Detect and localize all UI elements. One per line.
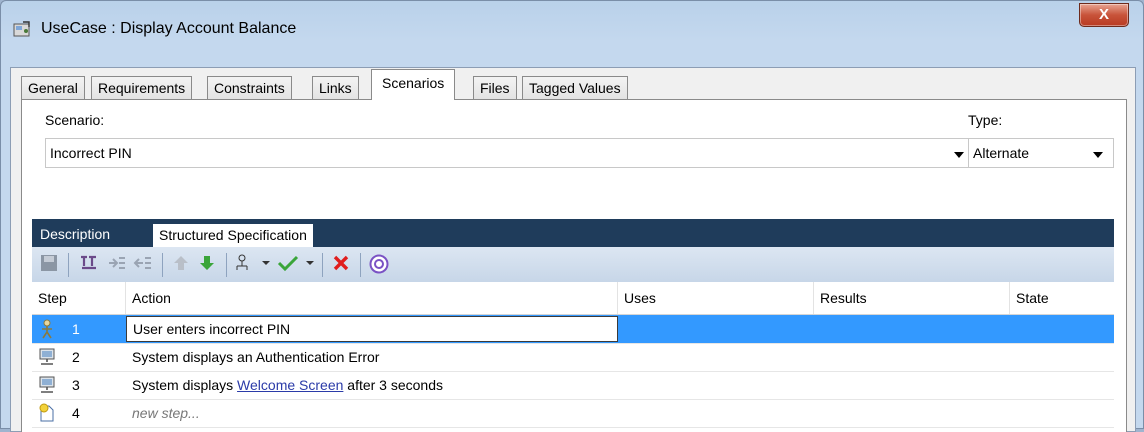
- table-row[interactable]: 3 System displays Welcome Screen after 3…: [32, 371, 1114, 400]
- usecase-app-icon: [13, 21, 31, 37]
- chevron-down-icon[interactable]: [1093, 152, 1103, 158]
- tab-requirements[interactable]: Requirements: [91, 76, 193, 99]
- grid-header: Step Action Uses Results State: [32, 282, 1114, 315]
- toolbar-separator: [322, 253, 323, 277]
- type-value: Alternate: [973, 145, 1030, 161]
- column-uses[interactable]: Uses: [618, 282, 814, 314]
- scenario-label: Scenario:: [45, 112, 105, 128]
- table-row[interactable]: 1 User enters incorrect PIN: [32, 315, 1114, 344]
- column-step[interactable]: Step: [32, 282, 126, 314]
- scenario-value: Incorrect PIN: [50, 145, 132, 161]
- tab-files[interactable]: Files: [473, 76, 517, 99]
- subtab-bar: Description Structured Specification: [32, 219, 1114, 247]
- dialog-window: UseCase : Display Account Balance X Gene…: [0, 0, 1144, 432]
- tab-general[interactable]: General: [21, 76, 85, 99]
- type-label: Type:: [968, 112, 1003, 128]
- move-down-icon[interactable]: [196, 254, 218, 276]
- column-results[interactable]: Results: [814, 282, 1010, 314]
- title-bar[interactable]: UseCase : Display Account Balance X: [1, 1, 1143, 59]
- outdent-icon[interactable]: [132, 254, 154, 276]
- tab-tagged-values[interactable]: Tagged Values: [522, 76, 628, 99]
- toolbar-separator: [68, 253, 69, 277]
- step-number: 1: [72, 321, 80, 337]
- scenario-combo[interactable]: Incorrect PIN: [45, 138, 975, 168]
- table-row[interactable]: 2 System displays an Authentication Erro…: [32, 343, 1114, 372]
- welcome-screen-link[interactable]: Welcome Screen: [237, 377, 343, 393]
- tab-links[interactable]: Links: [312, 76, 359, 99]
- subtab-description[interactable]: Description: [34, 223, 116, 247]
- validate-icon[interactable]: [276, 254, 316, 276]
- column-state[interactable]: State: [1010, 282, 1114, 314]
- step-number: 2: [72, 349, 80, 365]
- step-action-suffix: after 3 seconds: [343, 377, 444, 393]
- tab-scenarios[interactable]: Scenarios: [371, 69, 456, 100]
- system-icon: [38, 347, 56, 367]
- delete-icon[interactable]: [330, 254, 352, 276]
- step-action[interactable]: System displays Welcome Screen after 3 s…: [132, 371, 612, 399]
- system-icon: [38, 375, 56, 395]
- column-action[interactable]: Action: [126, 282, 618, 314]
- step-number: 3: [72, 377, 80, 393]
- chevron-down-icon[interactable]: [954, 152, 964, 158]
- step-action-prefix: System displays: [132, 377, 238, 393]
- step-action[interactable]: System displays an Authentication Error: [132, 343, 612, 371]
- type-combo[interactable]: Alternate: [968, 138, 1114, 168]
- tab-constraints[interactable]: Constraints: [207, 76, 292, 99]
- toolbar-separator: [360, 253, 361, 277]
- new-step-placeholder[interactable]: new step...: [132, 399, 612, 427]
- steps-grid: Step Action Uses Results State 1 User en…: [32, 282, 1114, 432]
- action-edit-input[interactable]: User enters incorrect PIN: [126, 316, 618, 342]
- table-row[interactable]: 4 new step...: [32, 399, 1114, 428]
- toolbar-separator: [162, 253, 163, 277]
- save-icon[interactable]: [38, 254, 60, 276]
- new-step-icon: [38, 403, 56, 423]
- actor-icon: [38, 319, 56, 339]
- scenarios-panel: Scenario: Incorrect PIN Type: Alternate …: [21, 99, 1127, 432]
- generate-diagram-icon[interactable]: [234, 254, 272, 276]
- help-icon[interactable]: [368, 254, 390, 276]
- add-step-icon[interactable]: [78, 254, 100, 276]
- move-up-icon[interactable]: [170, 254, 192, 276]
- close-button[interactable]: X: [1079, 3, 1129, 27]
- window-title: UseCase : Display Account Balance: [41, 20, 297, 37]
- dialog-client: General Requirements Constraints Links S…: [10, 67, 1136, 432]
- spec-toolbar: [32, 247, 1114, 283]
- subtab-structured-specification[interactable]: Structured Specification: [152, 223, 314, 247]
- indent-icon[interactable]: [106, 254, 128, 276]
- step-number: 4: [72, 405, 80, 421]
- toolbar-separator: [226, 253, 227, 277]
